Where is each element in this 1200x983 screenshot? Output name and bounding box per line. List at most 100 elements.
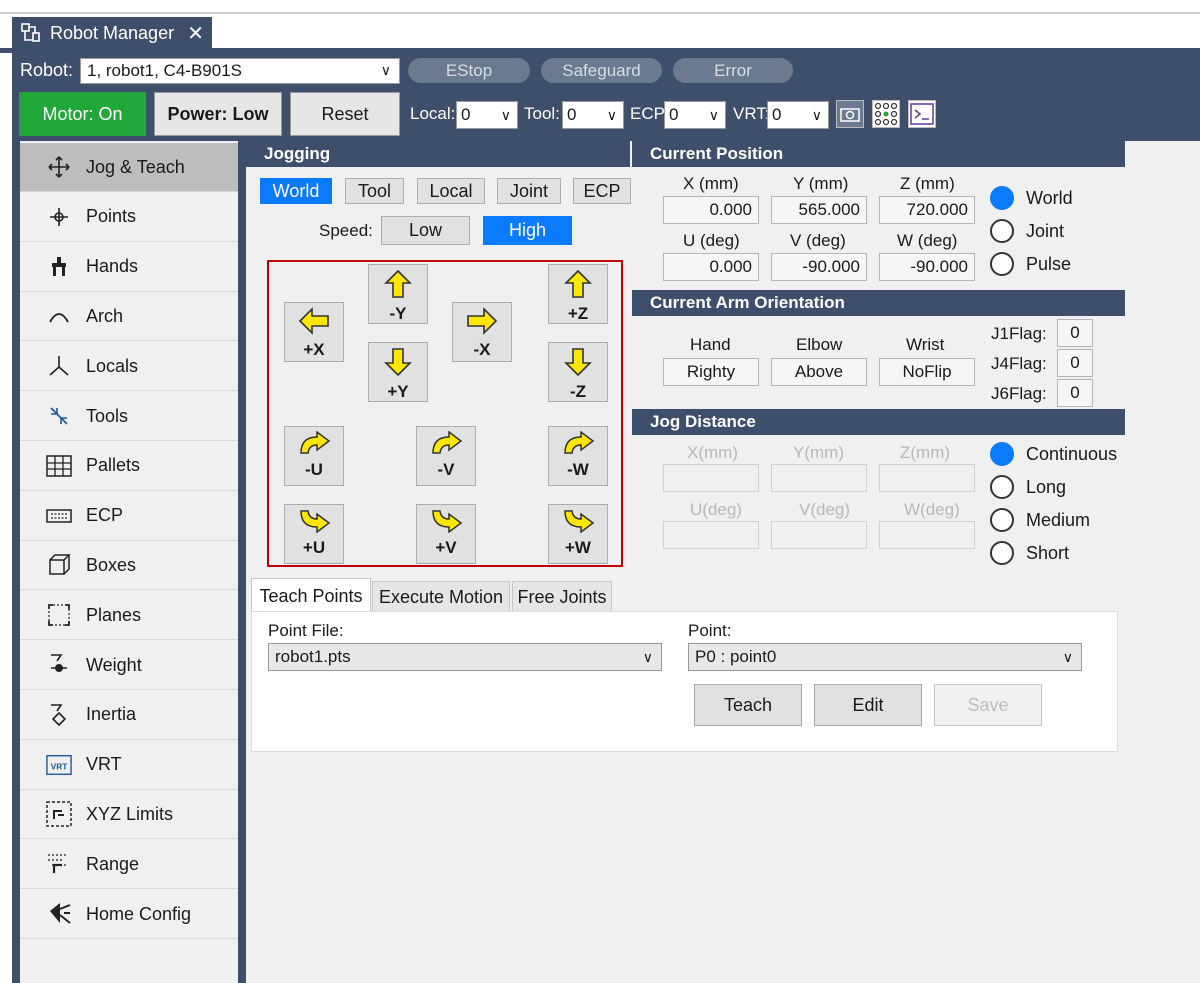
sidebar-item-inertia[interactable]: Inertia [20, 690, 238, 740]
sidebar-item-range[interactable]: Range [20, 840, 238, 890]
jog-plus-w-button[interactable]: +W [548, 504, 608, 564]
tab-robot-manager[interactable]: Robot Manager ✕ [12, 17, 212, 49]
sidebar-item-home-config[interactable]: Home Config [20, 890, 238, 939]
xyz-limits-icon [46, 801, 72, 828]
sidebar-item-weight[interactable]: Weight [20, 641, 238, 690]
position-world-radio[interactable]: World [990, 186, 1073, 210]
position-joint-radio[interactable]: Joint [990, 219, 1064, 243]
speed-low-button[interactable]: Low [381, 216, 470, 245]
point-file-select[interactable]: robot1.pts ∨ [268, 643, 662, 671]
jog-mode-local[interactable]: Local [417, 178, 485, 204]
box-icon [46, 552, 72, 578]
jog-plus-y-button[interactable]: +Y [368, 342, 428, 402]
jog-mode-world[interactable]: World [260, 178, 332, 204]
ecp-value: 0 [669, 105, 679, 124]
terminal-icon[interactable] [908, 100, 936, 128]
jog-button-label: -Z [569, 382, 587, 401]
ecp-select[interactable]: 0 ∨ [664, 101, 726, 129]
point-value: P0 : point0 [695, 647, 777, 666]
sidebar-item-arch[interactable]: Arch [20, 292, 238, 342]
distance-long-radio[interactable]: Long [990, 475, 1066, 499]
sidebar-item-locals[interactable]: Locals [20, 342, 238, 392]
jog-minus-y-button[interactable]: -Y [368, 264, 428, 324]
power-button[interactable]: Power: Low [154, 92, 282, 136]
j1flag-value: 0 [1057, 319, 1093, 347]
jog-plus-x-button[interactable]: +X [284, 302, 344, 362]
jog-minus-x-button[interactable]: -X [452, 302, 512, 362]
vrt-select[interactable]: 0 ∨ [767, 101, 829, 129]
local-label: Local: [410, 104, 456, 123]
robot-label: Robot: [20, 60, 74, 80]
jog-button-label: -Y [389, 304, 407, 323]
tab-execute-motion[interactable]: Execute Motion [372, 581, 510, 613]
sidebar-item-xyz-limits[interactable]: XYZ Limits [20, 790, 238, 840]
jog-mode-joint[interactable]: Joint [497, 178, 561, 204]
sidebar-item-vrt[interactable]: VRT VRT [20, 740, 238, 790]
pos-u-value: 0.000 [663, 253, 759, 281]
arrow-up-icon [563, 265, 593, 304]
pos-x-label: X (mm) [683, 174, 739, 193]
distance-continuous-radio[interactable]: Continuous [990, 442, 1117, 466]
sidebar-item-pallets[interactable]: Pallets [20, 441, 238, 491]
camera-icon[interactable] [836, 100, 864, 128]
tab-free-joints[interactable]: Free Joints [512, 581, 612, 613]
jog-minus-u-button[interactable]: -U [284, 426, 344, 486]
sidebar-item-label: Arch [86, 305, 124, 326]
weight-icon [46, 652, 72, 678]
local-select[interactable]: 0 ∨ [456, 101, 518, 129]
jog-minus-v-button[interactable]: -V [416, 426, 476, 486]
axes-icon [46, 353, 72, 379]
dist-v-input[interactable] [771, 521, 867, 549]
dist-u-input[interactable] [663, 521, 759, 549]
tab-teach-points[interactable]: Teach Points [251, 578, 371, 613]
dist-z-input[interactable] [879, 464, 975, 492]
dist-w-input[interactable] [879, 521, 975, 549]
wrist-value: NoFlip [879, 358, 975, 386]
sidebar-item-boxes[interactable]: Boxes [20, 541, 238, 591]
motor-button[interactable]: Motor: On [19, 92, 146, 136]
teach-button[interactable]: Teach [694, 684, 802, 726]
jog-minus-w-button[interactable]: -W [548, 426, 608, 486]
robot-select[interactable]: 1, robot1, C4-B901S ∨ [80, 58, 400, 84]
distance-medium-radio[interactable]: Medium [990, 508, 1090, 532]
estop-indicator: EStop [408, 58, 530, 83]
dist-x-input[interactable] [663, 464, 759, 492]
sidebar-item-tools[interactable]: Tools [20, 392, 238, 441]
sidebar-item-label: VRT [86, 754, 122, 775]
radio-label: Medium [1026, 509, 1091, 530]
sidebar-item-planes[interactable]: Planes [20, 591, 238, 641]
sidebar-item-label: Planes [86, 604, 142, 625]
point-select[interactable]: P0 : point0 ∨ [688, 643, 1082, 671]
close-icon[interactable]: ✕ [187, 21, 204, 46]
sidebar-item-jog-teach[interactable]: Jog & Teach [20, 143, 238, 192]
tool-icon [46, 403, 72, 429]
jog-plus-u-button[interactable]: +U [284, 504, 344, 564]
tool-value: 0 [567, 105, 577, 124]
arrow-up-icon [383, 265, 413, 304]
tool-select[interactable]: 0 ∨ [562, 101, 624, 129]
distance-short-radio[interactable]: Short [990, 541, 1069, 565]
sidebar-item-points[interactable]: Points [20, 192, 238, 242]
chevron-down-icon: ∨ [811, 107, 822, 123]
sidebar-item-hands[interactable]: Hands [20, 242, 238, 292]
dist-y-input[interactable] [771, 464, 867, 492]
chevron-down-icon: ∨ [708, 107, 719, 123]
sidebar-item-label: Points [86, 206, 137, 227]
speed-high-button[interactable]: High [483, 216, 572, 245]
vrt-label: VRT: [733, 104, 770, 123]
jog-plus-v-button[interactable]: +V [416, 504, 476, 564]
save-button[interactable]: Save [934, 684, 1042, 726]
jog-plus-z-button[interactable]: +Z [548, 264, 608, 324]
io-grid-icon[interactable] [872, 100, 900, 128]
edit-button[interactable]: Edit [814, 684, 922, 726]
arm-orientation-header: Current Arm Orientation [632, 290, 1125, 316]
reset-button[interactable]: Reset [290, 92, 400, 136]
jog-minus-z-button[interactable]: -Z [548, 342, 608, 402]
pos-u-label: U (deg) [683, 231, 740, 250]
elbow-value: Above [771, 358, 867, 386]
arrow-cw-icon [429, 505, 463, 538]
jog-mode-tool[interactable]: Tool [345, 178, 404, 204]
jog-mode-ecp[interactable]: ECP [573, 178, 631, 204]
position-pulse-radio[interactable]: Pulse [990, 252, 1071, 276]
sidebar-item-ecp[interactable]: ECP [20, 491, 238, 541]
